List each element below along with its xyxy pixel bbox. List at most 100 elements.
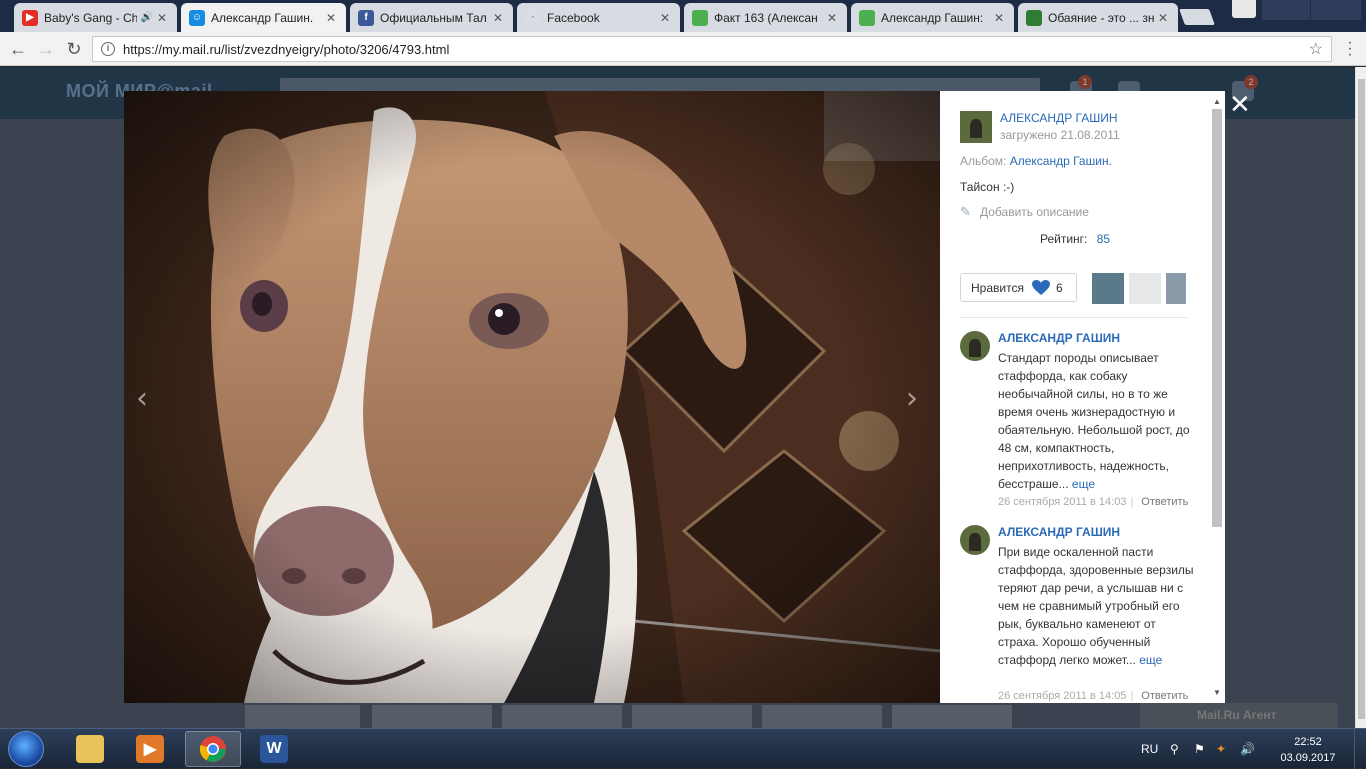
scrollbar-thumb[interactable] <box>1358 79 1365 719</box>
comment-meta: 26 сентября 2011 в 14:03 | Ответить <box>998 496 1189 508</box>
tab-official[interactable]: f Официальным Тал ✕ <box>350 3 513 32</box>
taskbar-media-player[interactable]: ▶ <box>122 731 178 767</box>
book-icon <box>1026 9 1042 26</box>
info-icon[interactable]: i <box>101 42 115 56</box>
youtube-icon: ▶ <box>22 9 38 26</box>
tab-label: Официальным Тал <box>380 10 487 25</box>
page-scrollbar[interactable] <box>1355 67 1366 728</box>
speaker-icon[interactable]: 🔊 <box>141 12 153 23</box>
minimize-button[interactable] <box>1262 0 1310 20</box>
taskbar-word[interactable]: W <box>246 731 302 767</box>
add-description-label: Добавить описание <box>980 205 1089 219</box>
reload-icon[interactable]: ↻ <box>64 39 84 59</box>
comment-avatar[interactable] <box>960 331 990 361</box>
facebook-icon: f <box>358 9 374 26</box>
panel-scrollbar-thumb[interactable] <box>1212 109 1222 527</box>
comment-author-link[interactable]: АЛЕКСАНДР ГАШИН <box>998 331 1120 345</box>
album-link[interactable]: Александр Гашин. <box>1010 154 1112 168</box>
volume-icon[interactable]: 🔊 <box>1240 729 1255 769</box>
close-tab-icon[interactable]: ✕ <box>1158 11 1170 25</box>
thumbnail[interactable] <box>762 705 882 728</box>
photo-viewer[interactable]: ‹ › <box>124 91 940 703</box>
close-tab-icon[interactable]: ✕ <box>827 11 839 25</box>
divider <box>960 317 1188 318</box>
forward-arrow-icon[interactable]: → <box>36 39 56 59</box>
taskbar-chrome[interactable] <box>185 731 241 767</box>
scroll-down-icon[interactable]: ▼ <box>1212 688 1222 697</box>
liker-avatar-placeholder[interactable] <box>1129 273 1161 304</box>
tab-fakt-163[interactable]: Факт 163 (Алексан ✕ <box>684 3 847 32</box>
back-arrow-icon[interactable]: ← <box>8 39 28 59</box>
chrome-menu-icon[interactable]: · · · <box>1342 35 1358 63</box>
system-clock[interactable]: 22:52 03.09.2017 <box>1276 734 1340 766</box>
comment-item: АЛЕКСАНДР ГАШИН При виде оскаленной паст… <box>960 525 1194 703</box>
notification-badge: 1 <box>1078 75 1092 89</box>
friends-badge: 2 <box>1244 75 1258 89</box>
close-viewer-icon[interactable]: ✕ <box>1229 90 1251 120</box>
address-bar[interactable]: i https://my.mail.ru/list/zvezdnyeigry/p… <box>92 36 1332 62</box>
comment-more-link[interactable]: еще <box>1072 477 1095 491</box>
clock-time: 22:52 <box>1294 736 1322 748</box>
bookmark-star-icon[interactable]: ☆ <box>1309 39 1323 59</box>
pencil-icon: ✎ <box>960 204 971 219</box>
avast-icon[interactable]: ✦ <box>1216 729 1226 769</box>
rating-value[interactable]: 85 <box>1097 232 1110 246</box>
folder-icon <box>76 735 104 763</box>
taskbar-explorer[interactable] <box>62 731 118 767</box>
tab-aleksandr-gashin-2[interactable]: Александр Гашин: ✕ <box>851 3 1014 32</box>
previous-photo-icon[interactable]: ‹ <box>136 381 148 416</box>
comment-text: При виде оскаленной пасти стаффорда, здо… <box>998 543 1194 669</box>
add-description-button[interactable]: ✎ Добавить описание <box>960 204 1089 220</box>
comment-text: Стандарт породы описывает стаффорда, как… <box>998 349 1194 493</box>
tab-obayanie[interactable]: Обаяние - это ... зн ✕ <box>1018 3 1178 32</box>
liker-avatar[interactable] <box>1166 273 1186 304</box>
word-icon: W <box>260 735 288 763</box>
comment-body: При виде оскаленной пасти стаффорда, здо… <box>998 545 1194 667</box>
close-tab-icon[interactable]: ✕ <box>326 11 338 25</box>
rating-label: Рейтинг: <box>1040 232 1088 246</box>
scroll-up-icon[interactable]: ▲ <box>1212 97 1222 106</box>
close-tab-icon[interactable]: ✕ <box>994 11 1006 25</box>
start-button[interactable] <box>8 731 44 767</box>
comment-author-link[interactable]: АЛЕКСАНДР ГАШИН <box>998 525 1120 539</box>
like-button[interactable]: Нравится 6 <box>960 273 1077 302</box>
tab-babys-gang[interactable]: ▶ Baby's Gang - Ch 🔊 ✕ <box>14 3 177 32</box>
thumbnail[interactable] <box>372 705 492 728</box>
reply-link[interactable]: Ответить <box>1141 496 1188 508</box>
maximize-button[interactable] <box>1311 0 1361 20</box>
thumbnail[interactable] <box>245 705 360 728</box>
tab-aleksandr-gashin-active[interactable]: ☺ Александр Гашин. ✕ <box>181 3 346 32</box>
comment-more-link[interactable]: еще <box>1139 653 1162 667</box>
user-profile-icon[interactable] <box>1232 0 1256 18</box>
mailru-agent-bar[interactable]: Mail.Ru Агент <box>1140 703 1338 728</box>
next-photo-icon[interactable]: › <box>906 381 918 416</box>
language-indicator[interactable]: RU <box>1141 729 1158 769</box>
liker-avatar[interactable] <box>1092 273 1124 304</box>
thumbnail[interactable] <box>502 705 622 728</box>
comment-avatar[interactable] <box>960 525 990 555</box>
thumbnail[interactable] <box>892 705 1012 728</box>
author-name-link[interactable]: АЛЕКСАНДР ГАШИН <box>1000 111 1118 125</box>
tab-facebook[interactable]: · Facebook ✕ <box>517 3 680 32</box>
show-desktop-button[interactable] <box>1354 729 1366 769</box>
upload-date: загружено 21.08.2011 <box>1000 128 1120 142</box>
tab-label: Обаяние - это ... зн <box>1048 10 1154 25</box>
new-tab-button[interactable] <box>1179 9 1215 25</box>
tab-label: Baby's Gang - Ch <box>44 10 137 25</box>
author-avatar[interactable] <box>960 111 992 143</box>
close-tab-icon[interactable]: ✕ <box>660 11 672 25</box>
comment-item: АЛЕКСАНДР ГАШИН Стандарт породы описывае… <box>960 331 1190 511</box>
thumbnail[interactable] <box>632 705 752 728</box>
close-tab-icon[interactable]: ✕ <box>493 11 505 25</box>
dog-photo <box>124 91 940 703</box>
panel-scrollbar[interactable]: ▲ ▼ <box>1212 97 1222 697</box>
browser-toolbar: ← → ↻ i https://my.mail.ru/list/zvezdnye… <box>0 32 1366 66</box>
tab-label: Факт 163 (Алексан <box>714 10 818 25</box>
close-tab-icon[interactable]: ✕ <box>157 11 169 25</box>
album-label: Альбом: <box>960 154 1007 168</box>
reply-link[interactable]: Ответить <box>1141 690 1188 702</box>
comment-meta: 26 сентября 2011 в 14:05 | Ответить <box>998 690 1189 702</box>
action-center-flag-icon[interactable]: ⚑ <box>1194 729 1205 769</box>
network-icon[interactable]: ⚲ <box>1170 729 1179 769</box>
rating-line: Рейтинг: 85 <box>1040 232 1110 246</box>
